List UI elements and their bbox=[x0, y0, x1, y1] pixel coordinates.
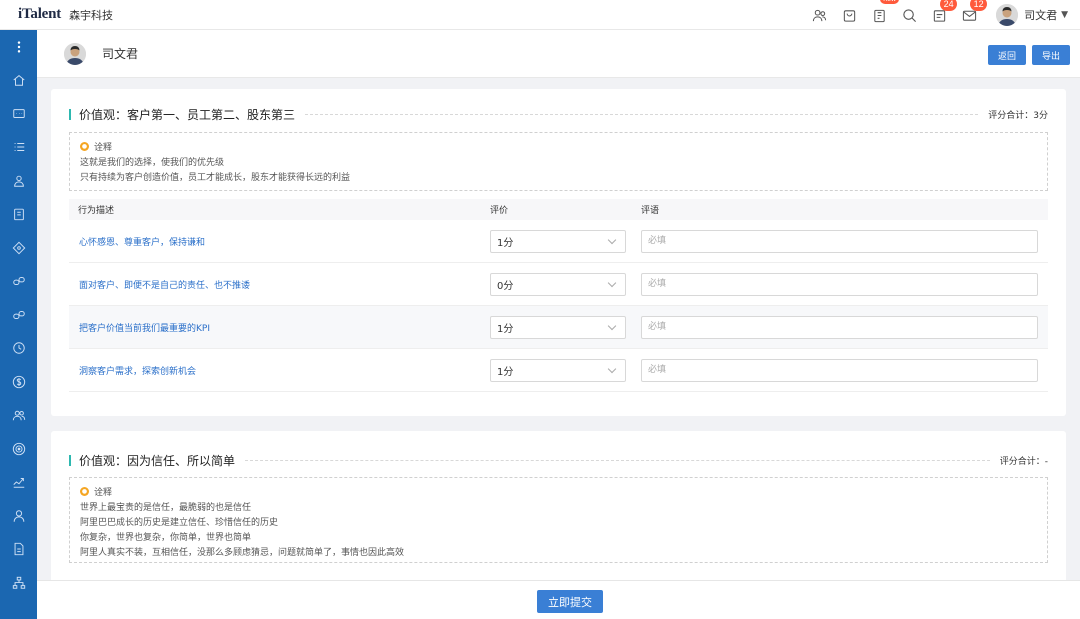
comment-input[interactable] bbox=[641, 358, 1038, 382]
link-icon[interactable] bbox=[0, 265, 37, 299]
link2-icon[interactable] bbox=[0, 298, 37, 332]
section-title: 价值观：因为信任、所以简单 bbox=[79, 454, 236, 468]
submit-button[interactable]: 立即提交 bbox=[537, 590, 603, 613]
column-header: 评价 bbox=[490, 206, 509, 216]
rating-value: 0分 bbox=[497, 280, 514, 292]
home-icon[interactable] bbox=[0, 64, 37, 98]
avatar[interactable] bbox=[996, 4, 1019, 26]
document-icon[interactable] bbox=[0, 533, 37, 567]
history-icon[interactable] bbox=[0, 332, 37, 366]
explain-line: 阿里人真实不装，互相信任，没那么多顾虑猜忌，问题就简单了，事情也因此高效 bbox=[80, 548, 405, 558]
explain-line: 世界上最宝贵的是信任，最脆弱的也是信任 bbox=[80, 503, 252, 513]
message-badge: 12 bbox=[970, 0, 988, 11]
growth-icon[interactable] bbox=[0, 466, 37, 500]
export-button[interactable]: 导出 bbox=[1031, 45, 1070, 65]
comment-input[interactable] bbox=[641, 272, 1038, 296]
table-row: 洞察客户需求，探索创新机会 1分 bbox=[69, 349, 1048, 392]
chevron-down-icon bbox=[607, 364, 617, 373]
rating-select[interactable]: 1分 bbox=[490, 358, 626, 382]
title-accent-bar bbox=[69, 455, 71, 466]
rating-select[interactable]: 1分 bbox=[490, 315, 626, 339]
score-total: 评分合计：3分 bbox=[988, 111, 1048, 121]
table-row: 面对客户、即便不是自己的责任、也不推诿 0分 bbox=[69, 263, 1048, 306]
explain-box: ● 诠释 这就是我们的选择，使我们的优先级 只有持续为客户创造价值，员工才能成长，… bbox=[69, 132, 1048, 191]
team-icon[interactable] bbox=[0, 399, 37, 433]
target-icon[interactable] bbox=[0, 432, 37, 466]
chevron-down-icon[interactable]: ▼ bbox=[1061, 10, 1068, 20]
bottom-bar: 立即提交 bbox=[37, 580, 1080, 619]
clipboard-icon[interactable] bbox=[0, 198, 37, 232]
column-header: 评语 bbox=[641, 206, 660, 216]
menu-dots-icon[interactable] bbox=[0, 30, 37, 64]
top-actions: new 24 12 司文君 ▼ bbox=[804, 0, 1068, 30]
explain-label: 诠释 bbox=[94, 143, 113, 153]
compass-icon[interactable] bbox=[0, 231, 37, 265]
message-icon[interactable] bbox=[0, 97, 37, 131]
user-icon[interactable] bbox=[0, 499, 37, 533]
page-header: 司文君 返回 导出 bbox=[37, 30, 1080, 78]
score-total: 评分合计：- bbox=[999, 457, 1048, 467]
org-icon[interactable] bbox=[804, 0, 834, 30]
title-divider bbox=[305, 114, 979, 115]
chevron-down-icon bbox=[607, 321, 617, 330]
title-divider bbox=[245, 460, 990, 461]
chevron-down-icon bbox=[607, 278, 617, 287]
explain-line: 你复杂，世界也复杂，你简单，世界也简单 bbox=[80, 533, 252, 543]
section-title-row: 价值观：因为信任、所以简单 评分合计：- bbox=[69, 452, 1048, 469]
rating-value: 1分 bbox=[497, 237, 514, 249]
dollar-icon[interactable] bbox=[0, 365, 37, 399]
explain-line: 这就是我们的选择，使我们的优先级 bbox=[80, 158, 225, 168]
table-header: 行为描述 评价 评语 bbox=[69, 199, 1048, 220]
column-header: 行为描述 bbox=[78, 206, 115, 216]
comment-input[interactable] bbox=[641, 315, 1038, 339]
bag-icon[interactable] bbox=[834, 0, 864, 30]
mail-icon[interactable]: 12 bbox=[954, 0, 988, 30]
behavior-description[interactable]: 面对客户、即便不是自己的责任、也不推诿 bbox=[79, 278, 250, 291]
value-section-1: 价值观：客户第一、员工第二、股东第三 评分合计：3分 ● 诠释 这就是我们的选择，… bbox=[51, 89, 1066, 416]
comment-input[interactable] bbox=[641, 229, 1038, 253]
section-title-row: 价值观：客户第一、员工第二、股东第三 评分合计：3分 bbox=[69, 106, 1048, 123]
explain-label: 诠释 bbox=[94, 488, 113, 498]
clipboard-icon[interactable]: new bbox=[864, 0, 900, 30]
table-row: 心怀感恩、尊重客户，保持谦和 1分 bbox=[69, 220, 1048, 263]
company-name: 森宇科技 bbox=[69, 8, 114, 22]
value-section-2: 价值观：因为信任、所以简单 评分合计：- ● 诠释 世界上最宝贵的是信任，最脆弱的… bbox=[51, 431, 1066, 591]
org-chart-icon[interactable] bbox=[0, 566, 37, 600]
explain-line: 只有持续为客户创造价值，员工才能成长，股东才能获得长远的利益 bbox=[80, 173, 351, 183]
notification-icon[interactable]: 24 bbox=[924, 0, 958, 30]
behavior-description[interactable]: 心怀感恩、尊重客户，保持谦和 bbox=[79, 235, 205, 248]
back-button[interactable]: 返回 bbox=[987, 45, 1026, 65]
avatar bbox=[64, 42, 86, 65]
people-icon[interactable] bbox=[0, 164, 37, 198]
sidebar bbox=[0, 30, 37, 619]
section-title: 价值观：客户第一、员工第二、股东第三 bbox=[79, 108, 296, 122]
title-accent-bar bbox=[69, 109, 71, 120]
explain-box: ● 诠释 世界上最宝贵的是信任，最脆弱的也是信任 阿里巴巴成长的历史是建立信任、珍… bbox=[69, 477, 1048, 563]
bulb-icon: ● bbox=[80, 142, 89, 151]
search-icon[interactable] bbox=[894, 0, 924, 30]
explain-line: 阿里巴巴成长的历史是建立信任、珍惜信任的历史 bbox=[80, 518, 279, 528]
top-bar: iTalent 森宇科技 new 24 12 司文君 ▼ bbox=[0, 0, 1080, 30]
rating-value: 1分 bbox=[497, 323, 514, 335]
employee-name: 司文君 bbox=[102, 47, 139, 61]
user-name[interactable]: 司文君 bbox=[1024, 7, 1057, 23]
behavior-description[interactable]: 把客户价值当前我们最重要的KPI bbox=[79, 321, 210, 334]
rating-select[interactable]: 1分 bbox=[490, 229, 626, 253]
rating-select[interactable]: 0分 bbox=[490, 272, 626, 296]
rating-value: 1分 bbox=[497, 366, 514, 378]
behavior-description[interactable]: 洞察客户需求，探索创新机会 bbox=[79, 364, 196, 377]
bulb-icon: ● bbox=[80, 487, 89, 496]
table-row: 把客户价值当前我们最重要的KPI 1分 bbox=[69, 306, 1048, 349]
list-icon[interactable] bbox=[0, 131, 37, 165]
app-logo[interactable]: iTalent bbox=[18, 6, 61, 23]
chevron-down-icon bbox=[607, 235, 617, 244]
